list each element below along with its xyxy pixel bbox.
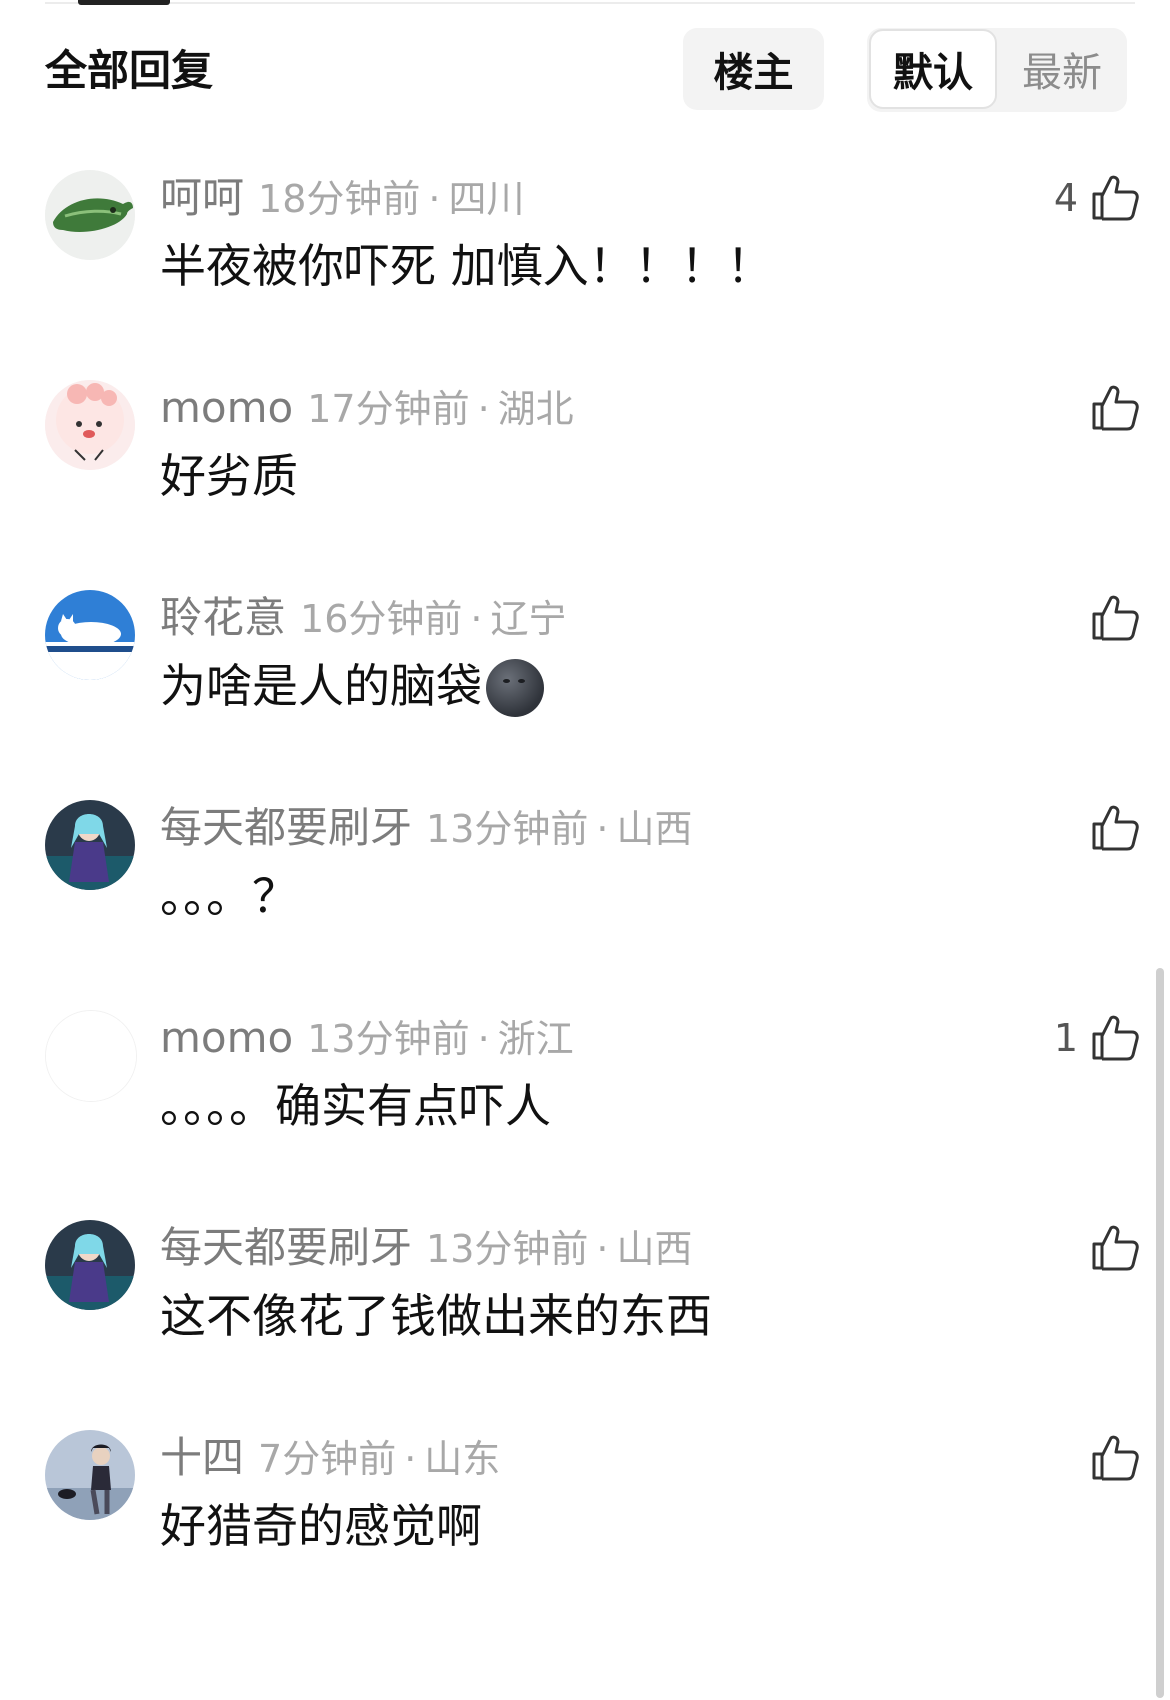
comment-text: 这不像花了钱做出来的东西: [160, 1289, 712, 1343]
comment-item: 每天都要刷牙 13分钟前 · 山西 这不像花了钱做出来的东西: [0, 1220, 1140, 1420]
comment-meta: 聆花意 16分钟前 · 辽宁: [160, 590, 566, 646]
meta-separator: ·: [596, 1227, 609, 1271]
comment-item: 聆花意 16分钟前 · 辽宁 为啥是人的脑袋: [0, 590, 1140, 790]
comment-item: 十四 7分钟前 · 山东 好猎奇的感觉啊: [0, 1430, 1140, 1630]
like-button[interactable]: 4: [1054, 170, 1140, 226]
like-button[interactable]: [1078, 590, 1140, 646]
thumbs-up-icon: [1090, 173, 1140, 223]
comment-text: 好劣质: [160, 449, 298, 503]
pink-cartoon-avatar[interactable]: [45, 380, 135, 470]
thumbs-up-icon: [1090, 383, 1140, 433]
comment-location: 四川: [448, 177, 525, 221]
anime-girl-avatar[interactable]: [45, 1220, 135, 1310]
comment-location: 山西: [616, 1227, 693, 1271]
comment-text-body: 为啥是人的脑袋: [160, 659, 482, 713]
like-count: 1: [1053, 1016, 1078, 1060]
comment-meta: momo 13分钟前 · 浙江: [160, 1010, 574, 1066]
comment-item: momo 13分钟前 · 浙江 。。。。确实有点吓人 1: [0, 1010, 1140, 1210]
like-count: 4: [1053, 176, 1078, 220]
comment-time: 7分钟前: [258, 1437, 397, 1481]
sort-toggle: 默认 最新: [867, 28, 1127, 112]
username[interactable]: momo: [160, 1013, 293, 1062]
username[interactable]: momo: [160, 383, 293, 432]
comment-meta: 每天都要刷牙 13分钟前 · 山西: [160, 1220, 692, 1276]
meta-separator: ·: [477, 387, 490, 431]
comment-item: 呵呵 18分钟前 · 四川 半夜被你吓死 加慎入！！！！ 4: [0, 170, 1140, 370]
meta-separator: ·: [596, 807, 609, 851]
meta-separator: ·: [428, 177, 441, 221]
comment-time: 17分钟前: [307, 387, 470, 431]
new-moon-face-emoji-icon: [486, 658, 544, 717]
username[interactable]: 十四: [160, 1433, 244, 1482]
vertical-scrollbar[interactable]: [1156, 968, 1164, 1698]
comment-time: 16分钟前: [300, 597, 463, 641]
thumbs-up-icon: [1090, 1433, 1140, 1483]
meta-separator: ·: [404, 1437, 417, 1481]
all-replies-title: 全部回复: [45, 46, 214, 95]
username[interactable]: 聆花意: [160, 593, 286, 642]
comment-meta: 每天都要刷牙 13分钟前 · 山西: [160, 800, 692, 856]
comment-text: 。。。？: [160, 869, 298, 923]
comment-meta: 十四 7分钟前 · 山东: [160, 1430, 500, 1486]
comment-location: 辽宁: [490, 597, 567, 641]
comment-time: 18分钟前: [258, 177, 421, 221]
meta-separator: ·: [470, 597, 483, 641]
top-divider: [45, 2, 1135, 4]
thumbs-up-icon: [1090, 1013, 1140, 1063]
comment-text: 好猎奇的感觉啊: [160, 1499, 482, 1553]
comment-location: 浙江: [497, 1017, 574, 1061]
comment-time: 13分钟前: [426, 807, 589, 851]
thumbs-up-icon: [1090, 1223, 1140, 1273]
comment-location: 湖北: [497, 387, 574, 431]
sleeping-cat-avatar[interactable]: [45, 590, 135, 680]
comment-meta: 呵呵 18分钟前 · 四川: [160, 170, 524, 226]
comment-text: 半夜被你吓死 加慎入！！！！: [160, 239, 773, 293]
like-button[interactable]: [1078, 380, 1140, 436]
comment-meta: momo 17分钟前 · 湖北: [160, 380, 574, 436]
comment-location: 山东: [424, 1437, 501, 1481]
like-button[interactable]: [1078, 1430, 1140, 1486]
like-button[interactable]: 1: [1054, 1010, 1140, 1066]
anime-girl-avatar[interactable]: [45, 800, 135, 890]
username[interactable]: 每天都要刷牙: [160, 803, 412, 852]
comment-item: momo 17分钟前 · 湖北 好劣质: [0, 380, 1140, 580]
sort-default-button[interactable]: 默认: [869, 29, 997, 109]
comment-time: 13分钟前: [307, 1017, 470, 1061]
username[interactable]: 每天都要刷牙: [160, 1223, 412, 1272]
thumbs-up-icon: [1090, 803, 1140, 853]
sort-newest-button[interactable]: 最新: [999, 29, 1125, 109]
comment-location: 山西: [616, 807, 693, 851]
comment-page: 全部回复 楼主 默认 最新 呵呵 18分钟前 · 四川 半夜被你吓死 加慎入！！！！ …: [0, 0, 1170, 1700]
like-button[interactable]: [1078, 1220, 1140, 1276]
meta-separator: ·: [477, 1017, 490, 1061]
like-button[interactable]: [1078, 800, 1140, 856]
comment-item: 每天都要刷牙 13分钟前 · 山西 。。。？: [0, 800, 1140, 1000]
comment-time: 13分钟前: [426, 1227, 589, 1271]
username[interactable]: 呵呵: [160, 173, 244, 222]
active-tab-indicator: [78, 0, 170, 5]
green-fish-avatar[interactable]: [45, 170, 135, 260]
anime-boy-avatar[interactable]: [45, 1430, 135, 1520]
blank-avatar[interactable]: [45, 1010, 137, 1102]
comment-text: 为啥是人的脑袋: [160, 654, 544, 719]
comment-text: 。。。。确实有点吓人: [160, 1079, 551, 1133]
floor-owner-filter-button[interactable]: 楼主: [683, 28, 824, 110]
thumbs-up-icon: [1090, 593, 1140, 643]
